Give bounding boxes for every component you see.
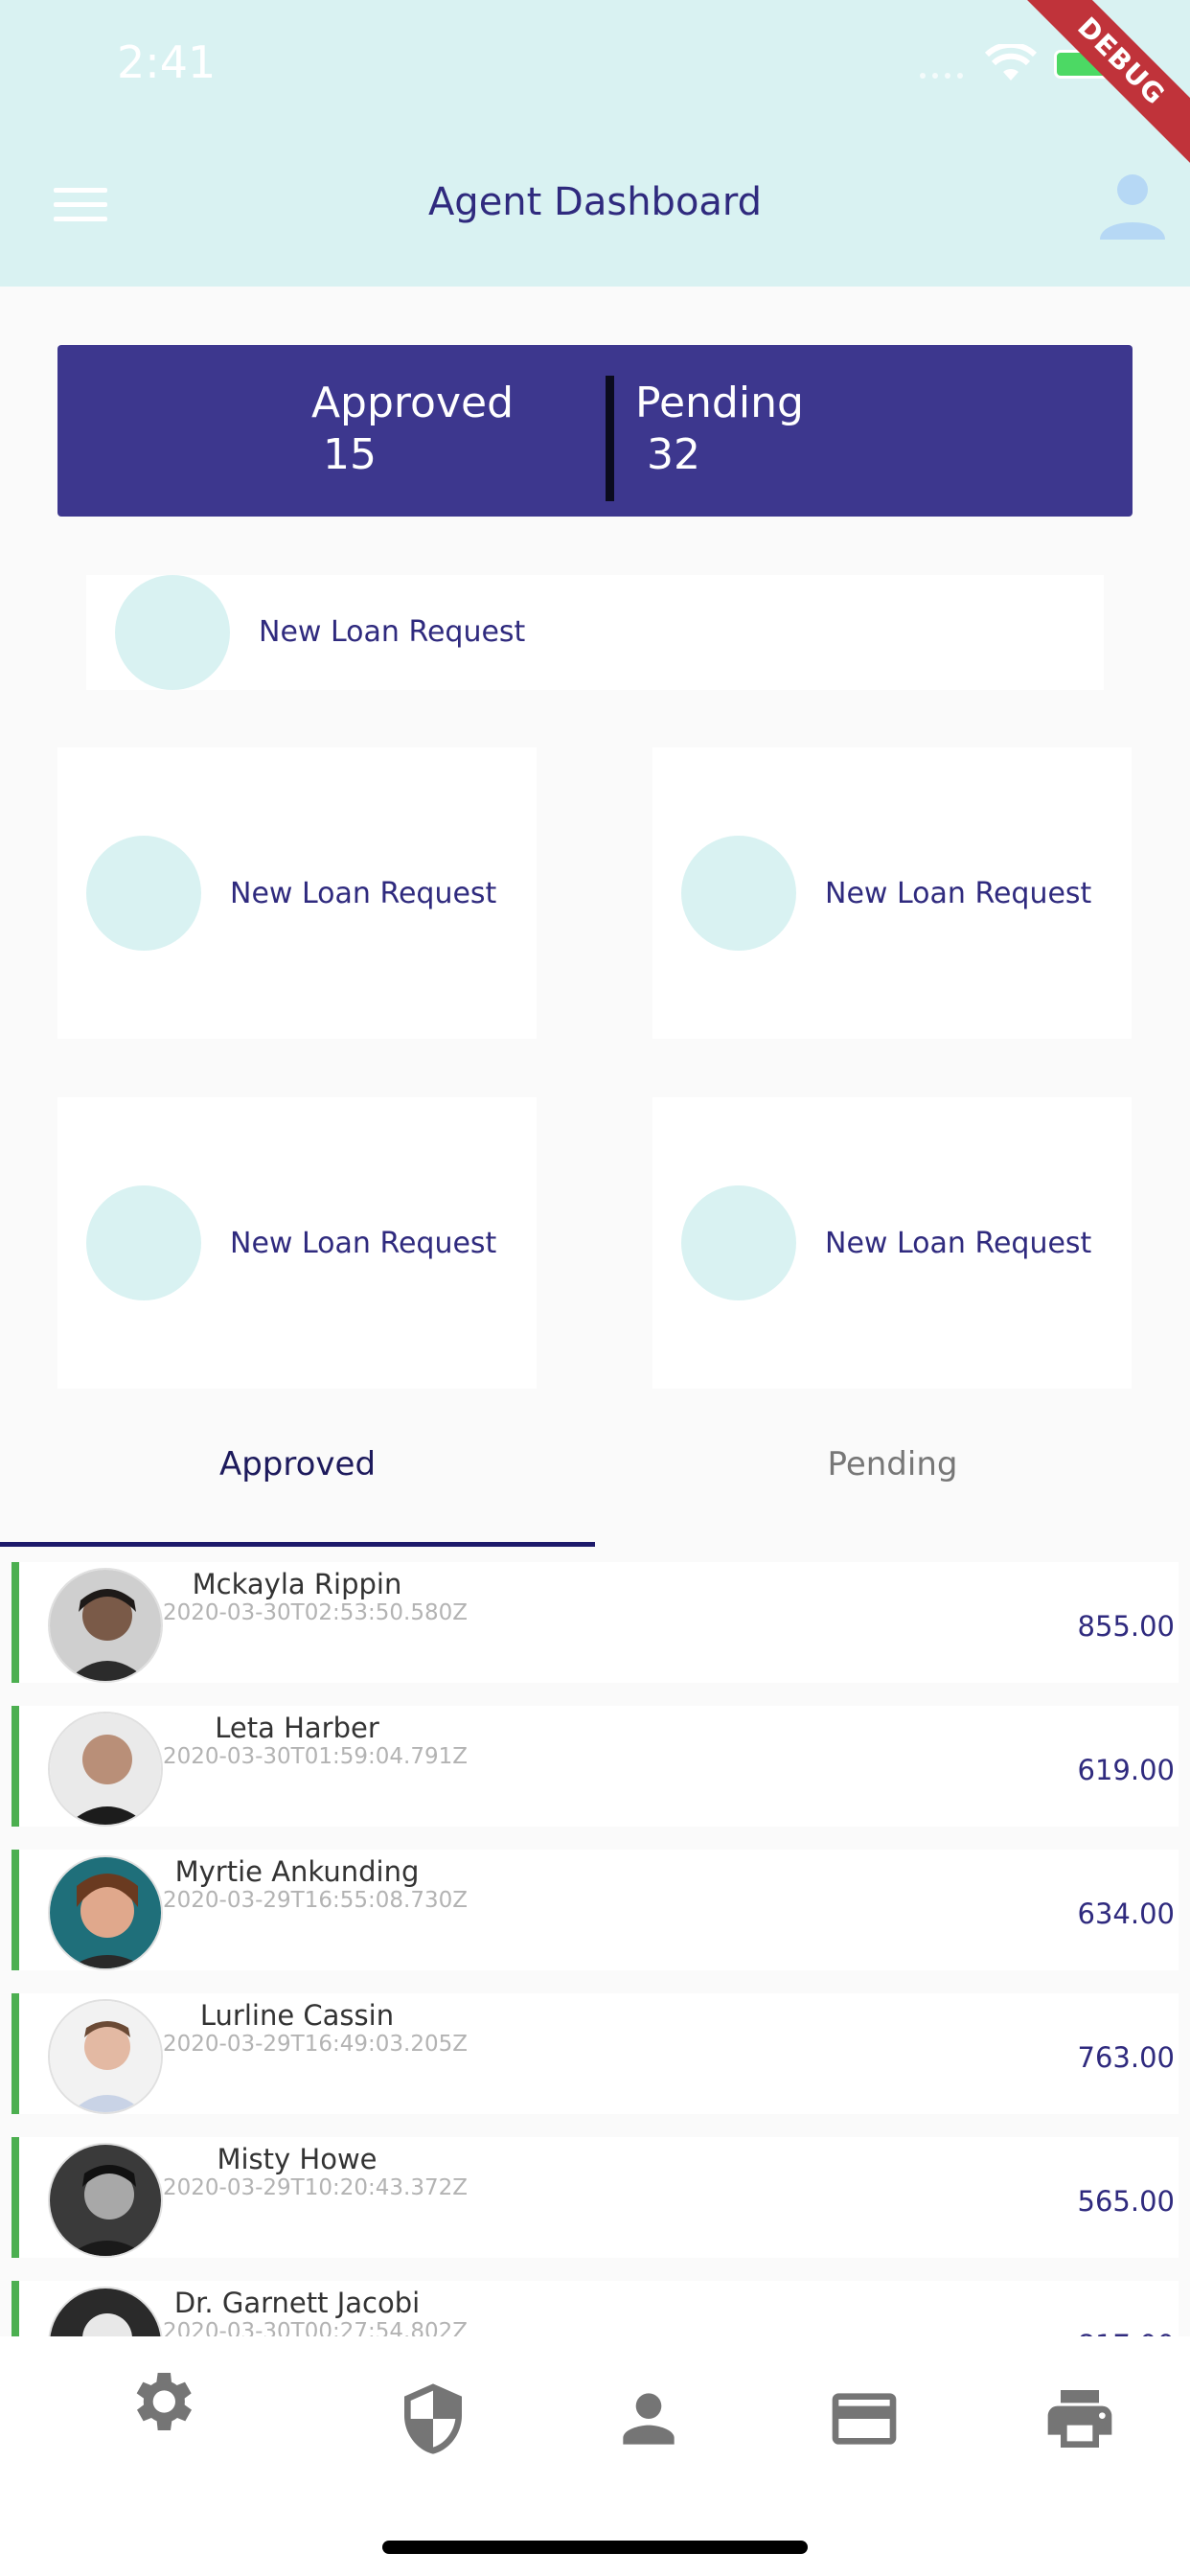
tab-approved[interactable]: Approved — [0, 1438, 595, 1543]
new-loan-request-tile[interactable]: New Loan Request — [86, 575, 1104, 690]
tile-label: New Loan Request — [825, 1227, 1092, 1260]
app-bar: 2:41 DEBUG Agent Dashboard — [0, 0, 1190, 287]
avatar — [48, 1568, 163, 1683]
pending-label: Pending — [635, 379, 804, 427]
tab-pending[interactable]: Pending — [595, 1438, 1190, 1543]
avatar — [48, 2287, 163, 2336]
pending-count: 32 — [647, 430, 700, 479]
customer-name: Misty Howe — [217, 2143, 378, 2175]
loan-amount: 817.00 — [1078, 2329, 1175, 2336]
summary-divider — [606, 376, 614, 501]
approved-count: 15 — [322, 430, 377, 479]
customer-name: Dr. Garnett Jacobi — [173, 2287, 421, 2319]
request-date: 2020-03-30T01:59:04.791Z — [163, 1744, 468, 1769]
person-icon[interactable] — [610, 2380, 687, 2457]
wifi-icon — [985, 44, 1037, 80]
status-time: 2:41 — [117, 36, 217, 88]
tile-label: New Loan Request — [259, 615, 526, 649]
request-date: 2020-03-29T16:49:03.205Z — [163, 2032, 468, 2057]
loan-amount: 619.00 — [1077, 1754, 1175, 1786]
shield-icon[interactable] — [395, 2380, 471, 2457]
gear-icon[interactable] — [123, 2363, 199, 2440]
request-date: 2020-03-30T00:27:54.802Z — [163, 2319, 468, 2336]
approved-summary: Approved 15 — [311, 378, 514, 481]
avatar — [48, 1999, 163, 2114]
tile-icon — [86, 836, 201, 951]
customer-name: Lurline Cassin — [199, 1999, 395, 2032]
approved-list[interactable]: Mckayla Rippin 2020-03-30T02:53:50.580Z … — [0, 1558, 1190, 2336]
tab-indicator — [0, 1542, 595, 1547]
pending-summary: Pending 32 — [635, 378, 804, 481]
tile-icon — [86, 1185, 201, 1300]
approved-label: Approved — [310, 379, 514, 427]
page-title: Agent Dashboard — [427, 180, 763, 224]
loan-amount: 565.00 — [1077, 2185, 1175, 2218]
profile-button[interactable] — [1096, 169, 1169, 242]
credit-card-icon[interactable] — [826, 2380, 903, 2457]
new-loan-request-tile[interactable]: New Loan Request — [652, 1097, 1132, 1389]
request-date: 2020-03-29T10:20:43.372Z — [163, 2175, 468, 2200]
request-date: 2020-03-30T02:53:50.580Z — [163, 1600, 468, 1625]
printer-icon[interactable] — [1041, 2380, 1118, 2457]
request-date: 2020-03-29T16:55:08.730Z — [163, 1888, 468, 1913]
tile-label: New Loan Request — [825, 877, 1092, 910]
signal-icon — [920, 73, 963, 79]
new-loan-request-tile[interactable]: New Loan Request — [652, 748, 1132, 1039]
new-loan-request-tile[interactable]: New Loan Request — [57, 748, 537, 1039]
customer-name: Mckayla Rippin — [192, 1568, 402, 1600]
summary-card: Approved 15 Pending 32 — [57, 345, 1133, 517]
new-loan-request-tile[interactable]: New Loan Request — [57, 1097, 537, 1389]
debug-banner: DEBUG — [1002, 0, 1190, 180]
list-item[interactable]: Dr. Garnett Jacobi 2020-03-30T00:27:54.8… — [11, 2281, 1179, 2336]
customer-name: Myrtie Ankunding — [174, 1855, 420, 1888]
list-item[interactable]: Misty Howe 2020-03-29T10:20:43.372Z 565.… — [11, 2137, 1179, 2258]
list-item[interactable]: Leta Harber 2020-03-30T01:59:04.791Z 619… — [11, 1706, 1179, 1827]
tile-icon — [681, 836, 796, 951]
loan-amount: 634.00 — [1077, 1898, 1175, 1930]
tile-icon — [681, 1185, 796, 1300]
tile-label: New Loan Request — [230, 877, 497, 910]
tile-icon — [115, 575, 230, 690]
avatar — [48, 2143, 163, 2258]
avatar — [48, 1855, 163, 1970]
avatar — [48, 1712, 163, 1827]
home-indicator — [382, 2541, 808, 2554]
customer-name: Leta Harber — [215, 1712, 379, 1744]
list-item[interactable]: Mckayla Rippin 2020-03-30T02:53:50.580Z … — [11, 1562, 1179, 1683]
loan-amount: 763.00 — [1077, 2041, 1175, 2074]
tile-label: New Loan Request — [230, 1227, 497, 1260]
list-item[interactable]: Myrtie Ankunding 2020-03-29T16:55:08.730… — [11, 1850, 1179, 1970]
loan-amount: 855.00 — [1077, 1610, 1175, 1643]
list-item[interactable]: Lurline Cassin 2020-03-29T16:49:03.205Z … — [11, 1993, 1179, 2114]
